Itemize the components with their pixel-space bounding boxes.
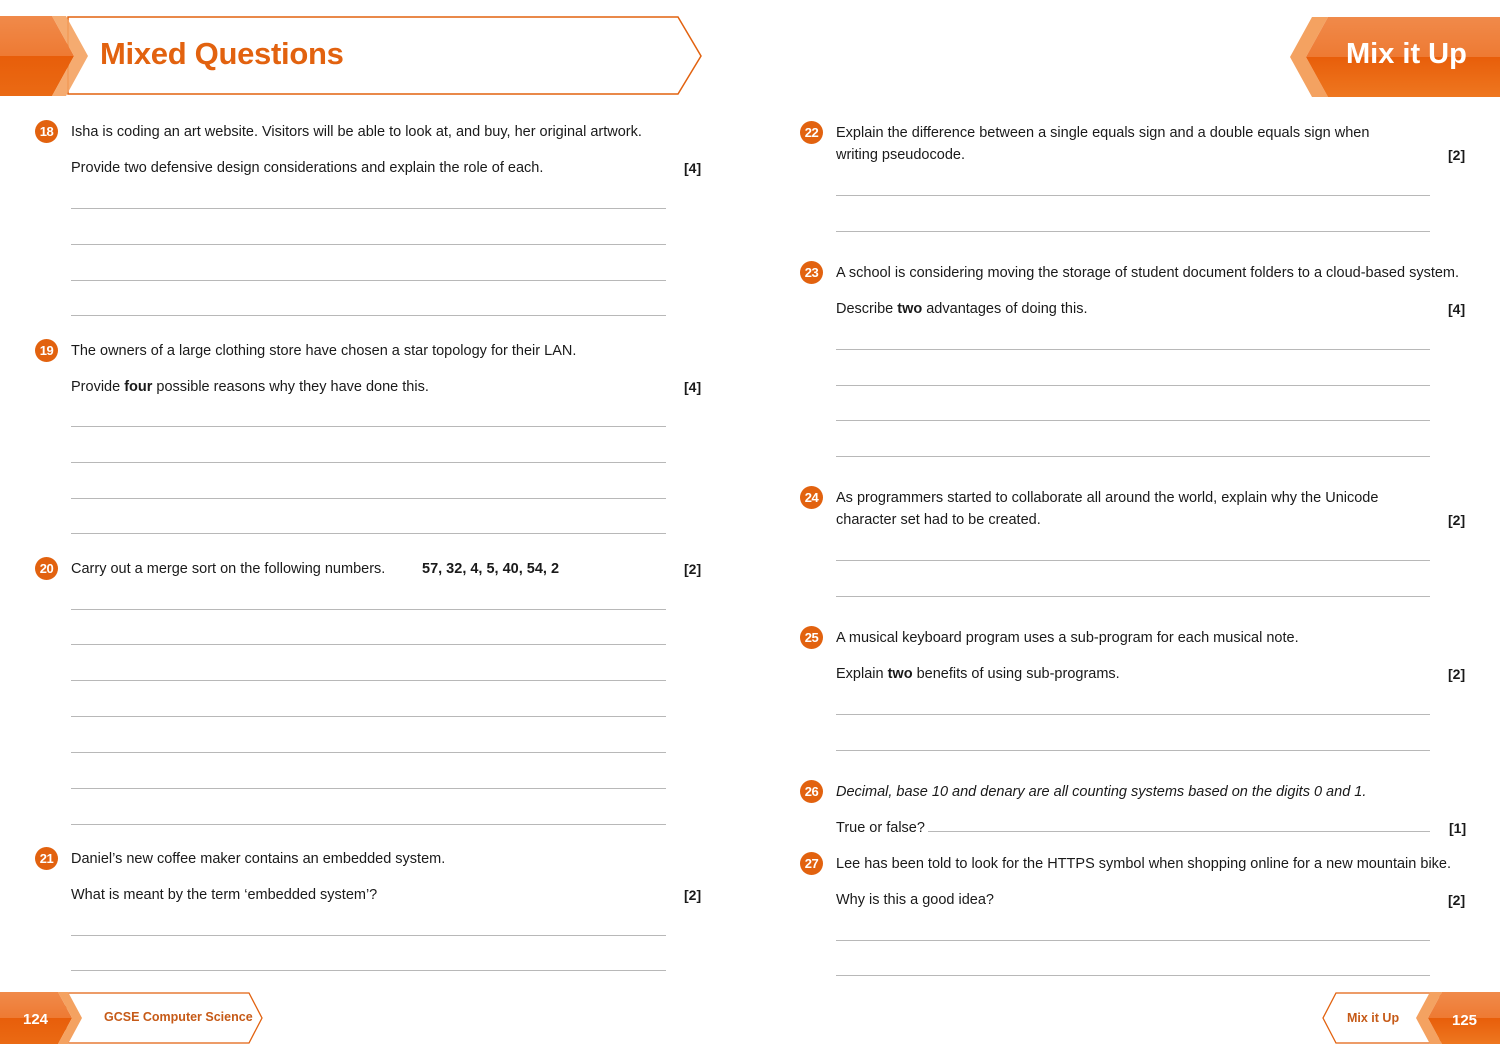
question-stem: character set had to be created.	[836, 512, 1041, 528]
prompt-text: Provide	[71, 379, 125, 395]
question-number-badge: 20	[35, 557, 58, 580]
answer-line[interactable]	[836, 456, 1430, 457]
answer-line[interactable]	[71, 935, 666, 936]
question-number-badge: 27	[800, 852, 823, 875]
answer-line[interactable]	[836, 195, 1430, 196]
answer-line[interactable]	[71, 462, 666, 463]
question-stem: Explain the difference between a single …	[836, 125, 1370, 141]
answer-line[interactable]	[71, 315, 666, 316]
question-number-badge: 21	[35, 847, 58, 870]
question-prompt: Explain two benefits of using sub-progra…	[836, 663, 1120, 685]
page-number-left: 124	[23, 1011, 49, 1028]
question-stem: Isha is coding an art website. Visitors …	[71, 124, 642, 140]
footer-left: 124 GCSE Computer Science	[0, 992, 265, 1046]
answer-line[interactable]	[71, 644, 666, 645]
question-stem: As programmers started to collaborate al…	[836, 490, 1379, 506]
question-number-badge: 18	[35, 120, 58, 143]
question-number-badge: 23	[800, 261, 823, 284]
answer-line[interactable]	[836, 750, 1430, 751]
prompt-emphasis: four	[124, 379, 153, 395]
prompt-emphasis: two	[887, 666, 913, 682]
marks-label: [4]	[684, 379, 702, 395]
answer-line[interactable]	[71, 280, 666, 281]
answer-line[interactable]	[71, 970, 666, 971]
answer-line[interactable]	[836, 349, 1430, 350]
true-false-answer-line[interactable]	[928, 831, 1430, 832]
question-stem: A musical keyboard program uses a sub-pr…	[836, 630, 1299, 646]
question-number-badge: 22	[800, 121, 823, 144]
marks-label: [2]	[1448, 512, 1466, 528]
merge-sort-numbers: 57, 32, 4, 5, 40, 54, 2	[422, 561, 560, 577]
question-stem: Carry out a merge sort on the following …	[71, 561, 386, 577]
answer-line[interactable]	[71, 716, 666, 717]
question-number-badge: 26	[800, 780, 823, 803]
answer-line[interactable]	[71, 752, 666, 753]
marks-label: [4]	[684, 160, 702, 176]
section-title: Mix it Up	[1346, 38, 1467, 70]
marks-label: [2]	[1448, 147, 1466, 163]
answer-line[interactable]	[836, 385, 1430, 386]
prompt-text: possible reasons why they have done this…	[152, 379, 429, 395]
answer-line[interactable]	[71, 680, 666, 681]
marks-label: [4]	[1448, 301, 1466, 317]
question-prompt: Describe two advantages of doing this.	[836, 298, 1087, 320]
page-number-right: 125	[1452, 1012, 1478, 1029]
answer-line[interactable]	[836, 420, 1430, 421]
question-stem: Decimal, base 10 and denary are all coun…	[836, 784, 1367, 800]
question-number-badge: 19	[35, 339, 58, 362]
marks-label: [2]	[684, 887, 702, 903]
question-stem: The owners of a large clothing store hav…	[71, 343, 577, 359]
footer-right: Mix it Up 125	[1320, 992, 1500, 1046]
answer-line[interactable]	[836, 714, 1430, 715]
answer-line[interactable]	[836, 940, 1430, 941]
question-prompt: True or false?	[836, 820, 925, 836]
prompt-text: benefits of using sub-programs.	[912, 666, 1120, 682]
answer-line[interactable]	[71, 788, 666, 789]
answer-line[interactable]	[71, 208, 666, 209]
question-prompt: Provide four possible reasons why they h…	[71, 376, 429, 398]
question-stem: A school is considering moving the stora…	[836, 265, 1460, 281]
question-stem: Lee has been told to look for the HTTPS …	[836, 856, 1452, 872]
question-prompt: Why is this a good idea?	[836, 892, 994, 908]
answer-line[interactable]	[71, 609, 666, 610]
marks-label: [2]	[684, 561, 702, 577]
prompt-text: Explain	[836, 666, 888, 682]
marks-label: [1]	[1449, 820, 1467, 836]
marks-label: [2]	[1448, 892, 1466, 908]
question-number-badge: 24	[800, 486, 823, 509]
book-title: GCSE Computer Science	[104, 1010, 253, 1024]
answer-line[interactable]	[71, 498, 666, 499]
prompt-text: advantages of doing this.	[922, 301, 1088, 317]
marks-label: [2]	[1448, 666, 1466, 682]
question-stem: Daniel’s new coffee maker contains an em…	[71, 851, 446, 867]
answer-line[interactable]	[71, 824, 666, 825]
prompt-emphasis: two	[897, 301, 923, 317]
answer-line[interactable]	[71, 244, 666, 245]
answer-line[interactable]	[836, 975, 1430, 976]
footer-section-title: Mix it Up	[1347, 1011, 1400, 1025]
answer-line[interactable]	[836, 560, 1430, 561]
header-banner-right: Mix it Up	[1288, 16, 1500, 98]
answer-line[interactable]	[836, 231, 1430, 232]
question-stem: writing pseudocode.	[836, 147, 965, 163]
prompt-text: Describe	[836, 301, 898, 317]
header-banner-left: Mixed Questions	[0, 16, 704, 96]
answer-line[interactable]	[836, 596, 1430, 597]
question-number-badge: 25	[800, 626, 823, 649]
answer-line[interactable]	[71, 533, 666, 534]
question-prompt: What is meant by the term ‘embedded syst…	[71, 887, 378, 903]
question-prompt: Provide two defensive design considerati…	[71, 160, 544, 176]
page-title: Mixed Questions	[100, 36, 344, 71]
answer-line[interactable]	[71, 426, 666, 427]
